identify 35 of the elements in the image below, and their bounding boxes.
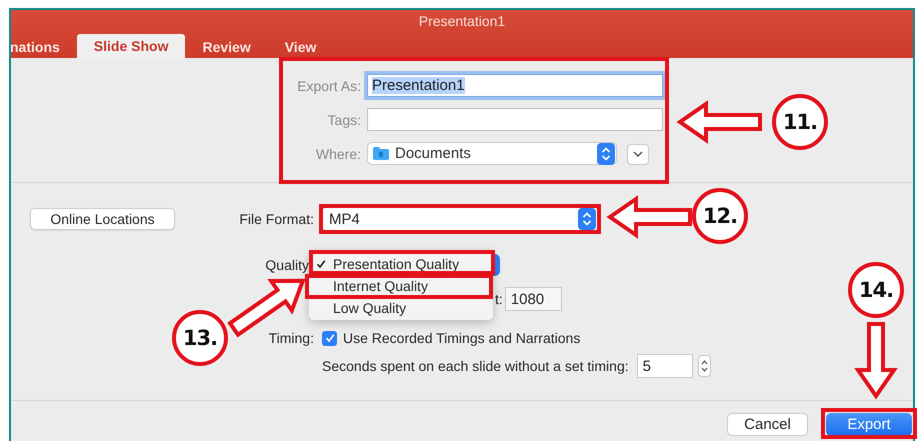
ribbon-tab[interactable]: nations (11, 36, 77, 58)
menu-item[interactable]: Internet Quality (309, 275, 493, 297)
field-label: Where: (316, 146, 361, 162)
stepper-icon[interactable] (597, 142, 615, 164)
field-label: Tags: (328, 112, 361, 128)
field-label: Seconds spent on each slide without a set timing: (322, 358, 629, 374)
timing-checkbox[interactable] (322, 330, 337, 346)
online-locations-button[interactable]: Online Locations (30, 208, 175, 230)
expand-button[interactable] (627, 144, 649, 164)
export-as-field[interactable]: Presentation1 (367, 74, 663, 97)
export-button[interactable]: Export (826, 413, 912, 436)
field-label: Quality (265, 257, 309, 273)
checkmark-icon (324, 333, 334, 343)
file-format-popup[interactable]: MP4 (322, 207, 598, 231)
cancel-button[interactable]: Cancel (727, 413, 808, 436)
stepper-icon[interactable] (698, 355, 711, 377)
field-label: Timing: (268, 330, 314, 346)
stepper-icon[interactable] (578, 208, 596, 230)
field-label: Export As: (297, 78, 361, 94)
window-title: Presentation1 (418, 13, 506, 29)
checkmark-icon (316, 259, 326, 269)
checkbox-label: Use Recorded Timings and Narrations (343, 330, 580, 346)
field-label: t: (495, 291, 503, 307)
where-popup[interactable]: Documents (367, 142, 617, 165)
ribbon-tab[interactable]: Review (185, 36, 268, 58)
ribbon-tab[interactable]: Slide Show (76, 34, 186, 58)
tags-field[interactable] (367, 108, 663, 131)
folder-icon (373, 147, 389, 160)
seconds-field[interactable]: 5 (636, 354, 693, 378)
field-label: File Format: (239, 211, 314, 227)
menu-item[interactable]: Presentation Quality (309, 253, 493, 275)
ribbon-tab[interactable]: View (268, 36, 334, 58)
height-field[interactable]: 1080 (504, 287, 562, 311)
chevron-icon (633, 151, 643, 157)
menu-item[interactable]: Low Quality (309, 297, 493, 319)
